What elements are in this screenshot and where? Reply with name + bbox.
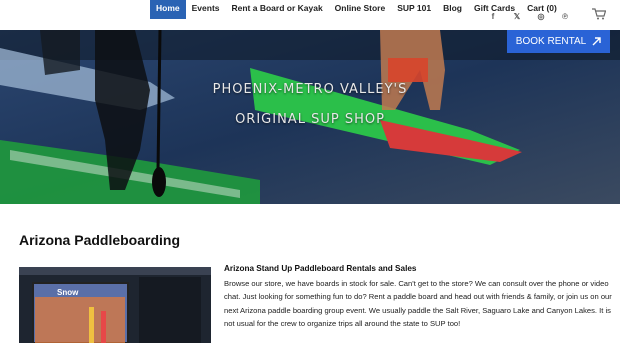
nav-blog[interactable]: Blog: [437, 0, 468, 17]
social-links: f 𝕏 ◎ ℗: [488, 12, 570, 21]
nav-online-store[interactable]: Online Store: [329, 0, 392, 17]
hero-tagline-line2: ORIGINAL SUP SHOP: [235, 112, 385, 127]
photo-sign-text: Snow: [57, 288, 79, 297]
section-heading: Arizona Stand Up Paddleboard Rentals and…: [224, 264, 417, 273]
nav-rent[interactable]: Rent a Board or Kayak: [226, 0, 329, 17]
section-body: Browse our store, we have boards in stoc…: [224, 279, 612, 328]
hero-banner: PHOENIX-METRO VALLEY'S ORIGINAL SUP SHOP: [0, 30, 620, 204]
shopping-cart-icon[interactable]: [592, 8, 606, 20]
book-rental-label: BOOK RENTAL: [515, 36, 587, 47]
page-title: Arizona Paddleboarding: [19, 232, 181, 248]
nav-events[interactable]: Events: [186, 0, 226, 17]
nav-sup-101[interactable]: SUP 101: [391, 0, 437, 17]
top-navigation: Home Events Rent a Board or Kayak Online…: [0, 0, 620, 30]
instagram-icon[interactable]: ◎: [536, 12, 546, 21]
facebook-icon[interactable]: f: [488, 12, 498, 21]
arrow-up-right-icon: [592, 37, 601, 46]
hero-tagline-line1: PHOENIX-METRO VALLEY'S: [212, 82, 408, 97]
x-icon[interactable]: 𝕏: [512, 12, 522, 21]
pinterest-icon[interactable]: ℗: [560, 12, 570, 21]
storefront-photo: Snow: [19, 267, 211, 343]
book-rental-button[interactable]: BOOK RENTAL: [507, 30, 610, 53]
nav-home[interactable]: Home: [150, 0, 186, 19]
